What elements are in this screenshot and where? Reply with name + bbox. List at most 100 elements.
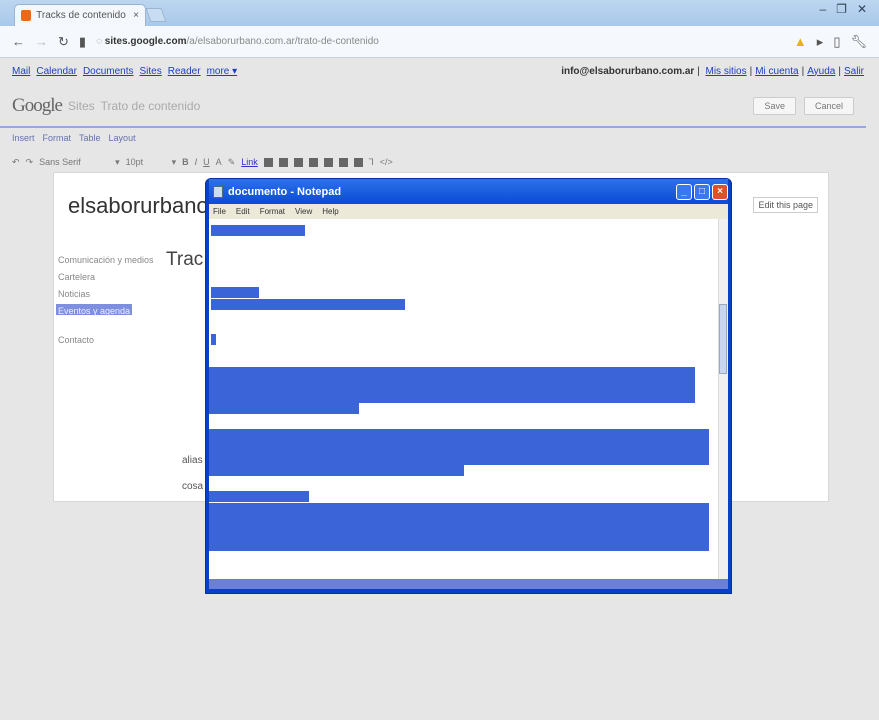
- save-button[interactable]: Save: [753, 97, 796, 115]
- page-name: Trato de contenido: [100, 99, 201, 113]
- highlight-icon[interactable]: ✎: [228, 157, 236, 168]
- site-title: elsaborurbano: [68, 193, 209, 218]
- size-select[interactable]: 10pt: [126, 157, 166, 167]
- sites-product: Sites: [67, 99, 95, 113]
- notepad-close-button[interactable]: ×: [712, 183, 728, 200]
- notepad-maximize-button[interactable]: □: [694, 183, 710, 200]
- page-icon: ◌: [96, 36, 105, 47]
- align-left-icon[interactable]: [323, 157, 333, 167]
- tab-title: Tracks de contenido - Google Sites: [36, 10, 128, 21]
- browser-toolbar: ← → ↻ ▮ ◌ sites.google.com/a/elsaborurbano.…: [0, 26, 879, 58]
- site-favicon-icon: [21, 10, 32, 21]
- forward-icon[interactable]: →: [35, 34, 48, 49]
- reload-icon[interactable]: ↻: [58, 34, 69, 50]
- menu-insert[interactable]: Insert: [12, 133, 35, 143]
- notepad-title: documento - Notepad: [228, 185, 342, 198]
- notepad-icon: [213, 185, 223, 198]
- address-bar[interactable]: ◌ sites.google.com/a/elsaborurbano.com.a…: [96, 32, 784, 52]
- notepad-minimize-button[interactable]: _: [676, 183, 692, 200]
- menu-format[interactable]: Format: [260, 207, 285, 216]
- horizontal-scrollbar[interactable]: [209, 579, 728, 589]
- minimize-button[interactable]: –: [819, 2, 826, 16]
- nav-item-selected[interactable]: Eventos y agenda: [56, 304, 133, 316]
- numbered-list-icon[interactable]: [263, 157, 273, 167]
- url-host: sites.google.com: [104, 36, 187, 47]
- page-heading: Trac: [166, 249, 204, 270]
- align-right-icon[interactable]: [353, 157, 363, 167]
- gbar-mail[interactable]: Mail: [12, 66, 30, 77]
- nav-item[interactable]: Contacto: [56, 333, 156, 350]
- menu-table[interactable]: Table: [79, 133, 101, 143]
- menu-view[interactable]: View: [295, 207, 312, 216]
- cancel-button[interactable]: Cancel: [803, 97, 854, 115]
- gbar-signout[interactable]: Salir: [844, 66, 864, 77]
- back-icon[interactable]: ←: [12, 34, 25, 49]
- outdent-icon[interactable]: [293, 157, 303, 167]
- gbar-my-sites[interactable]: Mis sitios: [705, 66, 746, 77]
- gbar-sites[interactable]: Sites: [140, 66, 162, 77]
- selected-text: [209, 367, 695, 403]
- indent-icon[interactable]: [308, 157, 318, 167]
- selected-text: [209, 503, 709, 551]
- nav-item[interactable]: Comunicación y medios: [56, 253, 156, 270]
- nav-item[interactable]: Noticias: [56, 287, 156, 304]
- bold-icon[interactable]: B: [182, 157, 189, 167]
- site-navigation: Comunicación y medios Cartelera Noticias…: [56, 253, 156, 350]
- sites-header: Google Sites Trato de contenido Save Canc…: [0, 86, 866, 128]
- align-center-icon[interactable]: [338, 157, 348, 167]
- notepad-text-area[interactable]: [209, 219, 728, 589]
- html-icon[interactable]: </>: [380, 157, 393, 167]
- vertical-scrollbar[interactable]: [718, 219, 728, 589]
- gbar-reader[interactable]: Reader: [168, 66, 201, 77]
- selected-text: [211, 225, 305, 236]
- gbar-calendar[interactable]: Calendar: [36, 66, 77, 77]
- google-bar: Mail Calendar Documents Sites Reader more ▾ i…: [12, 65, 864, 77]
- selected-text: [211, 334, 216, 345]
- notepad-titlebar[interactable]: documento - Notepad _ □ ×: [209, 179, 728, 204]
- selected-text: [209, 465, 464, 476]
- italic-icon[interactable]: I: [195, 157, 198, 167]
- editor-menu: Insert Format Table Layout: [12, 133, 136, 143]
- content-text: alias: [182, 455, 203, 466]
- bookmark-icon[interactable]: ▮: [79, 34, 86, 50]
- redo-icon[interactable]: ↷: [26, 157, 34, 168]
- text-color-icon[interactable]: A: [216, 157, 222, 167]
- gbar-help[interactable]: Ayuda: [807, 66, 835, 77]
- content-text: cosa: [182, 481, 204, 492]
- close-window-button[interactable]: ✕: [857, 2, 867, 16]
- nav-item[interactable]: Cartelera: [56, 270, 156, 287]
- undo-icon[interactable]: ↶: [12, 157, 20, 168]
- maximize-button[interactable]: ❐: [836, 2, 847, 16]
- url-path: /a/elsaborurbano.com.ar/trato-de-conteni…: [186, 36, 379, 47]
- wrench-icon[interactable]: 🔧︎: [850, 34, 867, 50]
- scroll-thumb[interactable]: [719, 304, 727, 374]
- selected-text: [211, 299, 405, 310]
- selected-text: [211, 287, 259, 298]
- window-controls: – ❐ ✕: [819, 2, 867, 16]
- link-icon[interactable]: Link: [241, 157, 258, 167]
- gbar-more[interactable]: more ▾: [207, 66, 238, 77]
- menu-layout[interactable]: Layout: [109, 133, 136, 143]
- menu-format[interactable]: Format: [43, 133, 72, 143]
- underline-icon[interactable]: U: [203, 157, 210, 167]
- menu-file[interactable]: File: [213, 207, 226, 216]
- menu-edit[interactable]: Edit: [236, 207, 250, 216]
- font-select[interactable]: Sans Serif: [39, 157, 109, 167]
- warning-icon[interactable]: ▲: [794, 34, 807, 49]
- clear-format-icon[interactable]: Ꞁ: [369, 157, 374, 168]
- google-logo: Google: [12, 95, 63, 116]
- notepad-menu: File Edit Format View Help: [209, 204, 728, 219]
- edit-page-button[interactable]: Edit this page: [753, 197, 818, 213]
- browser-tab[interactable]: Tracks de contenido - Google Sites ×: [14, 4, 146, 26]
- tab-close-icon[interactable]: ×: [133, 10, 139, 21]
- page-menu-icon[interactable]: ▯: [833, 34, 840, 50]
- format-toolbar: ↶ ↷ Sans Serif ▾ 10pt ▾ B I U A ✎ Link Ꞁ </>: [12, 156, 393, 168]
- selected-text: [209, 403, 359, 414]
- bullet-list-icon[interactable]: [278, 157, 288, 167]
- gbar-documents[interactable]: Documents: [83, 66, 134, 77]
- user-email: info@elsaborurbano.com.ar: [561, 65, 695, 77]
- gbar-account[interactable]: Mi cuenta: [755, 66, 798, 77]
- notepad-window[interactable]: documento - Notepad _ □ × File Edit Format Vi…: [205, 178, 732, 594]
- play-icon[interactable]: ▸: [817, 34, 824, 50]
- menu-help[interactable]: Help: [322, 207, 338, 216]
